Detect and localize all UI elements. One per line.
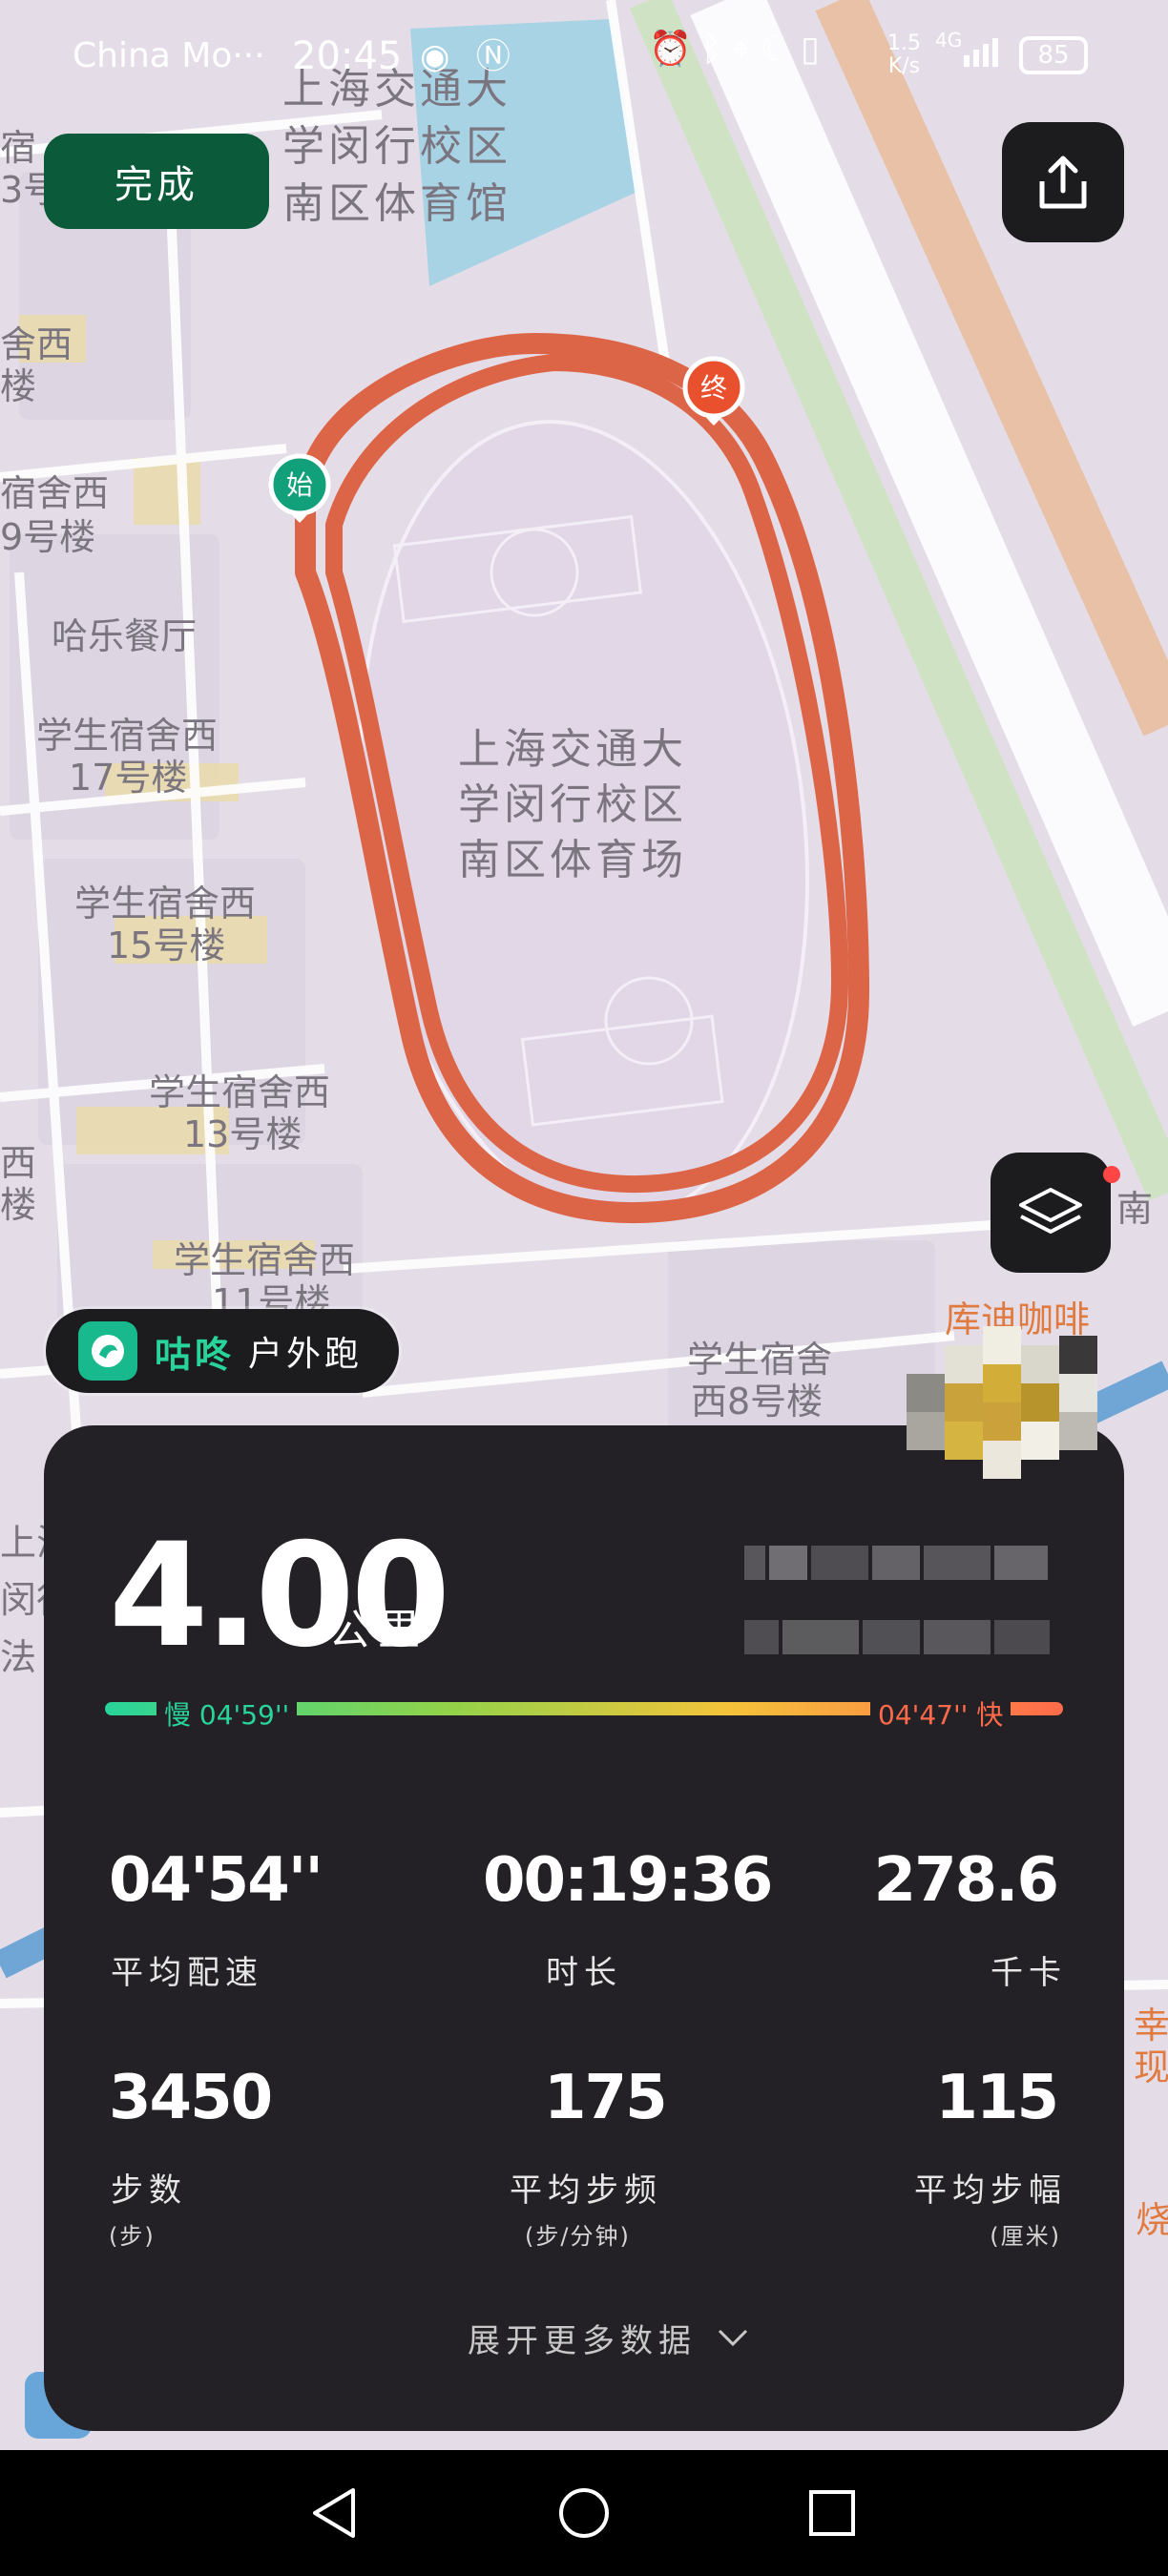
battery-icon: 85: [1019, 36, 1088, 74]
map-label: 学生宿舍西: [74, 883, 256, 924]
map-label: 舍西: [0, 323, 73, 365]
network-speed-unit: K/s: [887, 54, 921, 78]
map-label: 15号楼: [107, 924, 225, 966]
map-label: 学生宿舍西: [36, 715, 218, 757]
network-speed: 1.5 K/s: [887, 32, 921, 78]
chevron-down-icon: [718, 2329, 748, 2346]
slowest-pace: 慢 04'59'': [156, 1694, 298, 1733]
back-icon[interactable]: [307, 2484, 361, 2542]
end-marker-label: 终: [700, 372, 727, 404]
map-label: 南区体育场: [458, 836, 687, 884]
avg-pace-label: 平均配速: [111, 1954, 263, 1992]
start-marker-label: 始: [286, 469, 313, 501]
map-layers-button[interactable]: [991, 1153, 1111, 1273]
map-label: 现: [1134, 2046, 1168, 2088]
blurred-user-info: [744, 1546, 1050, 1654]
cadence-label: 平均步频: [510, 2171, 662, 2210]
carrier-name: China Mo···: [73, 36, 265, 75]
home-icon[interactable]: [557, 2486, 611, 2540]
map-label: 烧: [1136, 2199, 1168, 2241]
cadence-value: 175: [544, 2063, 668, 2133]
cadence-unit: (步/分钟): [525, 2223, 631, 2250]
bird-icon: [92, 1335, 124, 1367]
share-icon: [1039, 156, 1087, 209]
expand-more-label: 展开更多数据: [468, 2322, 697, 2360]
map-label: 学生宿舍西: [149, 1071, 330, 1113]
eye-icon: ◉: [420, 37, 458, 76]
map-label: 法: [0, 1636, 36, 1678]
map-label: 西8号楼: [691, 1381, 823, 1423]
signal-icon: [964, 38, 998, 67]
steps-value: 3450: [109, 2063, 273, 2133]
steps-label: 步数: [111, 2171, 187, 2210]
user-photo-blurred: [907, 1326, 1097, 1479]
recents-icon[interactable]: [807, 2488, 857, 2538]
fastest-pace: 04'47'' 快: [870, 1694, 1012, 1733]
map-label: 南区体育馆: [282, 179, 511, 228]
network-type: 4G: [935, 29, 963, 52]
stride-unit: (厘米): [990, 2223, 1061, 2250]
codoon-logo: [78, 1321, 137, 1381]
duration-value: 00:19:36: [483, 1845, 773, 1916]
sport-mode: 户外跑: [248, 1335, 364, 1374]
map-label: 学生宿舍西: [174, 1239, 355, 1281]
calories-label: 千卡: [991, 1954, 1067, 1992]
steps-unit: (步): [109, 2223, 156, 2250]
avg-pace-value: 04'54'': [109, 1845, 323, 1916]
map-label: 学生宿舍: [687, 1339, 832, 1381]
share-button[interactable]: [1002, 122, 1124, 242]
layers-icon: [1019, 1188, 1082, 1234]
map-label: 南: [1116, 1188, 1153, 1230]
map-label: 9号楼: [0, 516, 95, 558]
map-label: 西: [0, 1142, 36, 1184]
system-nav-bar: [0, 2450, 1168, 2576]
status-bar: China Mo··· 20:45 ◉ Ⓝ ⏰ᛒ⌖☾▯ 1.5 K/s 4G 8…: [0, 0, 1168, 113]
app-name: 咕咚: [155, 1333, 236, 1376]
network-speed-value: 1.5: [887, 31, 921, 55]
notification-dot: [1103, 1166, 1120, 1183]
map-label: 楼: [0, 1184, 36, 1226]
map-label: 17号楼: [69, 757, 187, 799]
moon-icon: ☾: [760, 30, 801, 69]
stride-value: 115: [935, 2063, 1059, 2133]
bluetooth-icon: ᛒ: [700, 30, 732, 69]
nfc-icon: Ⓝ: [475, 37, 518, 76]
system-icons: ⏰ᛒ⌖☾▯: [649, 29, 829, 70]
map-label: 宿舍西: [0, 472, 109, 514]
expand-more-data-button[interactable]: 展开更多数据: [468, 2315, 752, 2361]
map-label: 13号楼: [183, 1113, 302, 1155]
map-label: 学闵行校区: [282, 122, 511, 171]
status-icons: ◉ Ⓝ: [420, 29, 518, 78]
done-button[interactable]: 完成: [44, 134, 269, 229]
distance-unit: 公里: [328, 1606, 428, 1654]
map-label: 哈乐餐厅: [52, 615, 197, 657]
calories-value: 278.6: [873, 1845, 1059, 1916]
stride-label: 平均步幅: [914, 2171, 1067, 2210]
map-label: 宿: [0, 127, 36, 169]
alarm-icon: ⏰: [649, 30, 701, 69]
location-icon: ⌖: [731, 30, 761, 69]
duration-label: 时长: [546, 1954, 622, 1992]
map-label: 楼: [0, 365, 36, 407]
map-label: 学闵行校区: [458, 780, 687, 829]
map-label: 上海交通大: [458, 725, 687, 774]
app-badge: 咕咚 户外跑: [46, 1309, 399, 1393]
clock: 20:45: [292, 34, 403, 78]
vibrate-icon: ▯: [801, 30, 829, 69]
map-label: 幸: [1134, 2005, 1168, 2046]
